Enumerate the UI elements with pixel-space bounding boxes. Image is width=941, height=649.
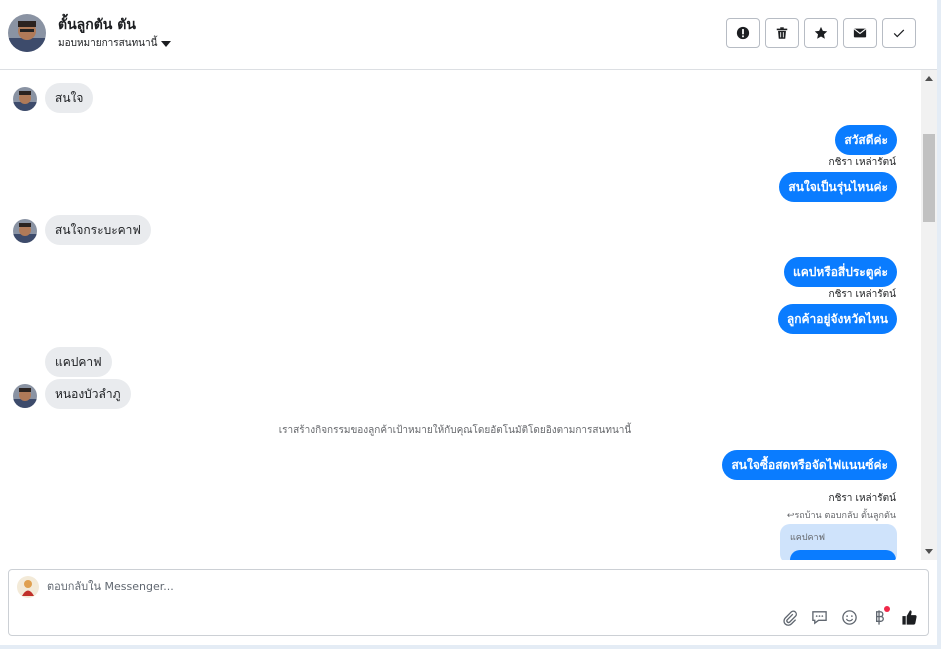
mark-done-button[interactable] [882,18,916,48]
delete-button[interactable] [765,18,799,48]
message-composer [8,569,929,636]
conversation-header: ตั้นลูกตัน ตัน มอบหมายการสนทนานี้ [0,0,937,70]
sender-name: กชิรา เหล่ารัตน์ [828,493,896,504]
quoted-text: แคปคาฟ [790,533,825,543]
assign-conversation-dropdown[interactable]: มอบหมายการสนทนานี้ [58,36,172,51]
reply-note: ↩รถบ้าน ตอบกลับ ตั้นลูกตัน [787,508,896,522]
star-icon [814,26,828,39]
assign-label: มอบหมายการสนทนานี้ [58,38,158,49]
contact-avatar-small [13,219,37,243]
envelope-icon [853,28,867,38]
message-list[interactable]: สนใจ สวัสดีค่ะ กชิรา เหล่ารัตน์ สนใจเป็น… [0,70,921,560]
contact-avatar-small [13,87,37,111]
outgoing-message[interactable]: สวัสดีค่ะ [835,125,897,155]
spam-button[interactable] [726,18,760,48]
window-right-edge [937,0,941,649]
thumbs-up-icon[interactable] [900,608,918,626]
window-bottom-edge [0,645,941,649]
scrollbar-thumb[interactable] [923,134,935,222]
check-icon [893,29,905,38]
composer-tools [780,606,918,626]
system-notice: เราสร้างกิจกรรมของลูกค้าเป้าหมายให้กับคุ… [278,425,632,436]
outgoing-message[interactable]: สนใจเป็นรุ่นไหนค่ะ [779,172,897,202]
attach-icon[interactable] [780,608,798,626]
incoming-message[interactable]: แคปคาฟ [45,347,112,377]
mark-unread-button[interactable] [843,18,877,48]
sender-name: กชิรา เหล่ารัตน์ [828,157,896,168]
trash-icon [776,27,788,39]
reply-bubble[interactable] [790,550,896,560]
header-actions [726,18,916,48]
contact-name[interactable]: ตั้นลูกตัน ตัน [58,14,136,36]
reply-input[interactable] [47,580,647,593]
page-avatar [17,576,39,598]
saved-reply-icon[interactable] [810,608,828,626]
outgoing-message[interactable]: สนใจซื้อสดหรือจัดไฟแนนซ์ค่ะ [722,450,897,480]
quoted-message[interactable]: แคปคาฟ [780,524,897,560]
reply-note-text: รถบ้าน ตอบกลับ ตั้นลูกตัน [794,511,896,521]
contact-avatar-small [13,384,37,408]
baht-icon[interactable] [870,606,890,626]
emoji-icon[interactable] [840,608,858,626]
outgoing-message[interactable]: ลูกค้าอยู่จังหวัดไหน [777,304,897,334]
message-scrollbar[interactable] [921,70,937,560]
contact-avatar[interactable] [8,14,46,52]
caret-down-icon [161,40,172,47]
follow-up-button[interactable] [804,18,838,48]
notification-dot [884,606,890,612]
scroll-up-arrow-icon[interactable] [925,76,933,81]
sender-name: กชิรา เหล่ารัตน์ [828,289,896,300]
incoming-message[interactable]: สนใจ [45,83,94,113]
incoming-message[interactable]: สนใจกระบะคาฟ [45,215,151,245]
scroll-down-arrow-icon[interactable] [925,549,933,554]
alert-icon [736,26,750,40]
incoming-message[interactable]: หนองบัวลำภู [45,379,131,409]
outgoing-message[interactable]: แคปหรือสี่ประตูค่ะ [783,257,897,287]
